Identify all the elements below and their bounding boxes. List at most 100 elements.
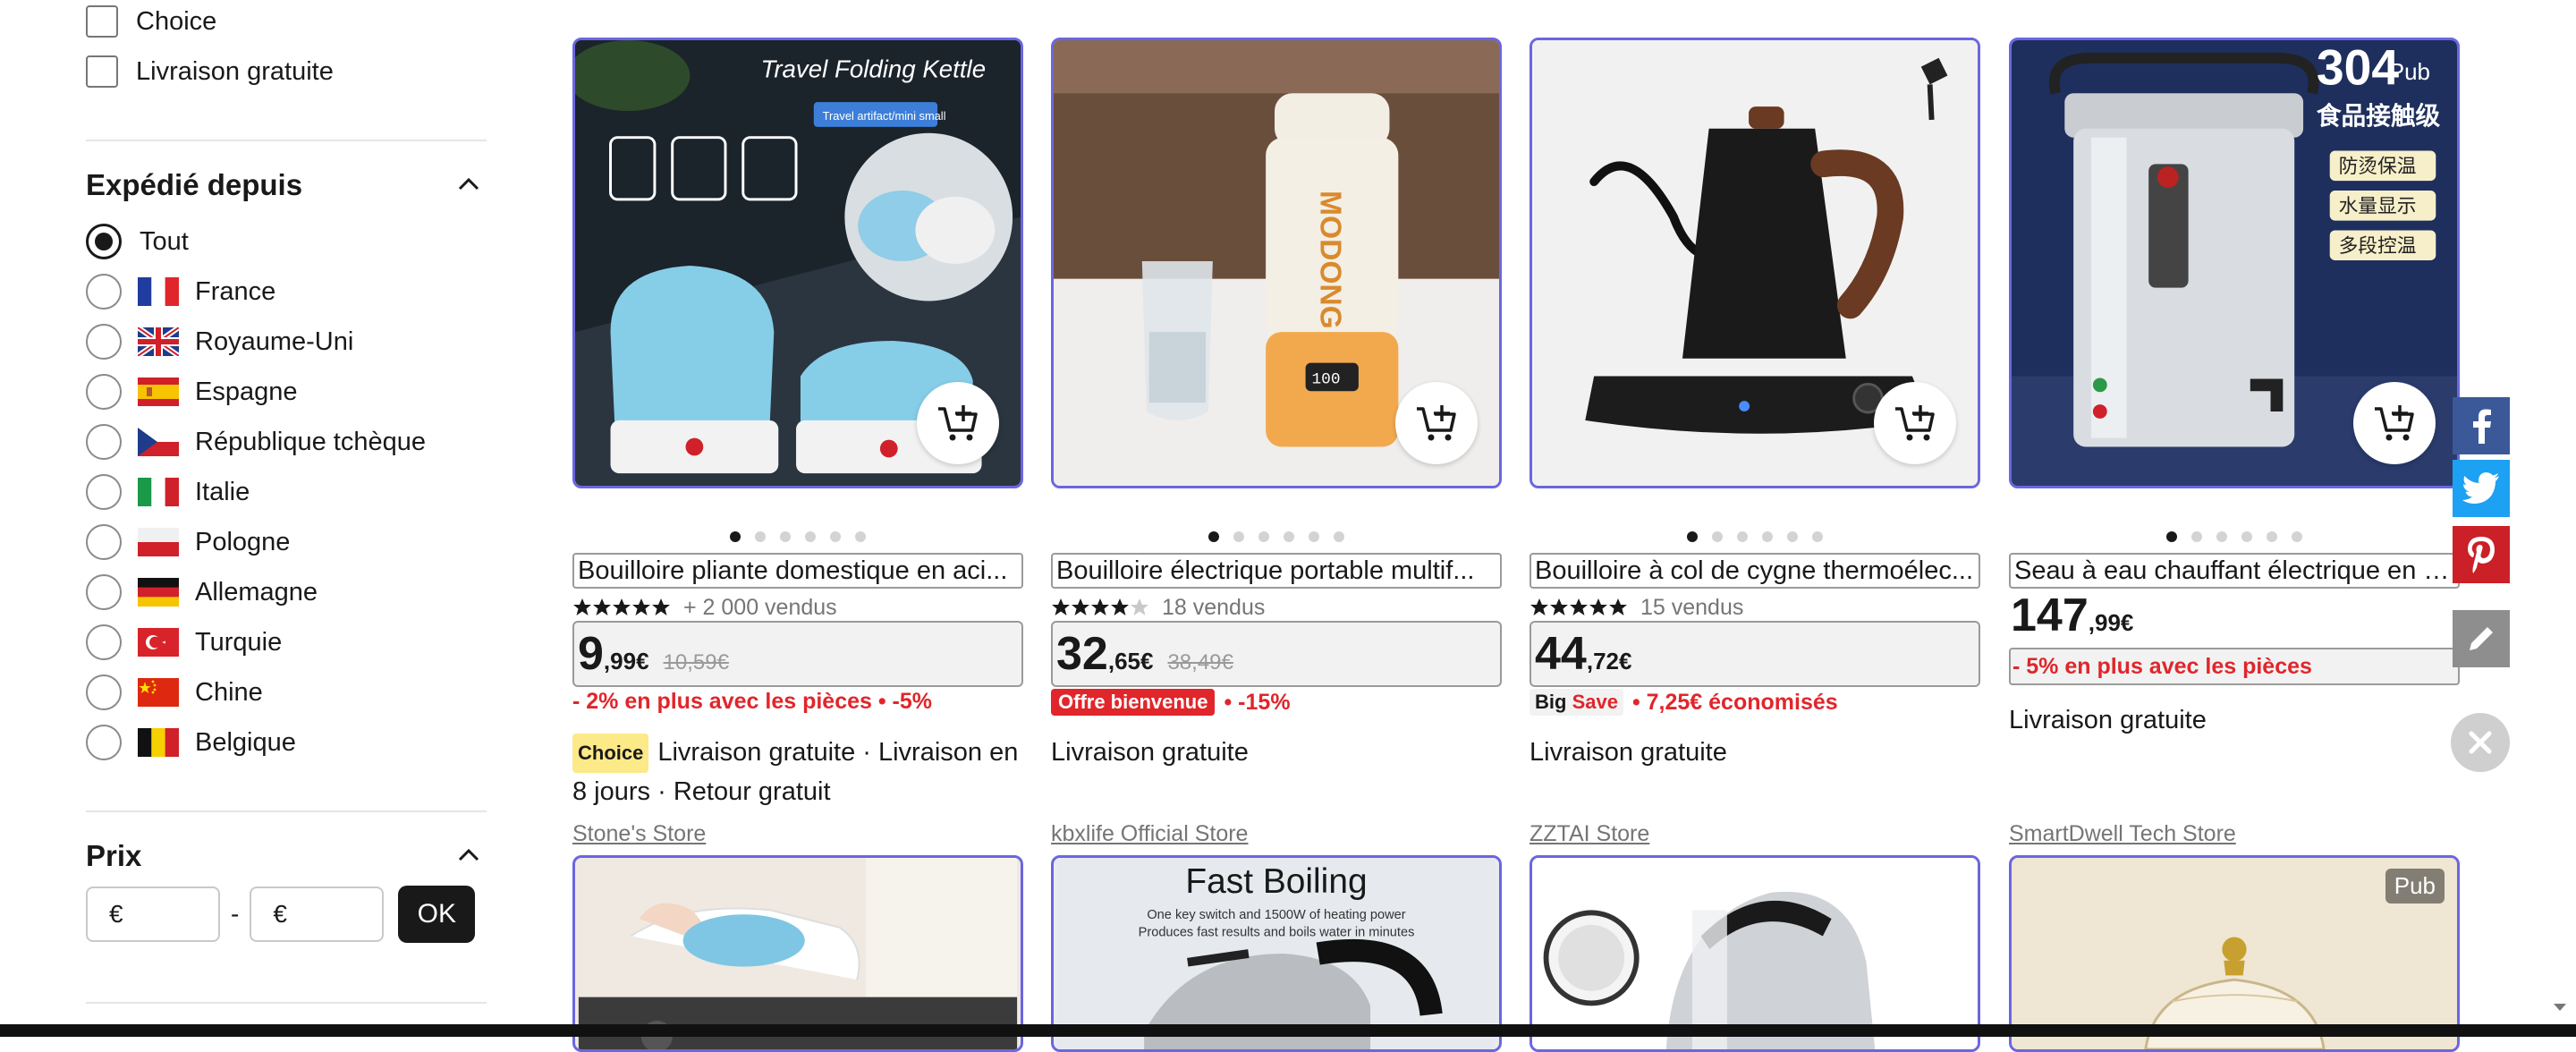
radio-button[interactable]	[86, 324, 122, 360]
product-card[interactable]: 304 食品接触级 防烫保温 水量显示 多段控温 Pub Seau à eau …	[2009, 38, 2460, 846]
store-link[interactable]: ZZTAI Store	[1530, 821, 1649, 847]
add-to-cart-button[interactable]	[1874, 382, 1956, 464]
price-ok-button[interactable]: OK	[398, 886, 476, 943]
ships-from-option-belgium[interactable]: Belgique	[86, 723, 296, 762]
product-card[interactable]	[1530, 855, 1980, 1052]
product-image[interactable]: Pub	[2009, 855, 2460, 1052]
filter-choice-checkbox[interactable]: Choice	[86, 4, 216, 39]
close-share-button[interactable]	[2451, 713, 2510, 772]
carousel-dot[interactable]	[780, 531, 791, 542]
price-header[interactable]: Prix	[86, 839, 487, 873]
store-link[interactable]: Stone's Store	[572, 821, 706, 847]
checkbox-box[interactable]	[86, 55, 118, 88]
store-link[interactable]: kbxlife Official Store	[1051, 821, 1248, 847]
twitter-share-button[interactable]	[2453, 460, 2510, 517]
chevron-up-icon[interactable]	[451, 166, 487, 202]
radio-button[interactable]	[86, 624, 122, 660]
shipping-info: Choice Livraison gratuite · Livraison en …	[572, 734, 1029, 810]
radio-button[interactable]	[86, 574, 122, 610]
carousel-dot[interactable]	[805, 531, 816, 542]
product-title[interactable]: Bouilloire électrique portable multif...	[1051, 553, 1502, 589]
carousel-dot[interactable]	[2166, 531, 2177, 542]
product-card[interactable]: Bouilloire à col de cygne thermoélec... …	[1530, 38, 1980, 846]
carousel-dot[interactable]	[1284, 531, 1294, 542]
radio-button[interactable]	[86, 674, 122, 710]
ships-from-option-china[interactable]: Chine	[86, 673, 263, 712]
carousel-dot[interactable]	[1334, 531, 1344, 542]
store-link[interactable]: SmartDwell Tech Store	[2009, 821, 2236, 847]
ships-from-header[interactable]: Expédié depuis	[86, 168, 487, 202]
product-image[interactable]: 304 食品接触级 防烫保温 水量显示 多段控温 Pub	[2009, 38, 2460, 488]
product-card[interactable]: 100 MODONG Bouilloire électrique portabl…	[1051, 38, 1502, 846]
carousel-dot[interactable]	[1712, 531, 1723, 542]
image-carousel-dots[interactable]	[1530, 531, 1980, 542]
product-image[interactable]: 100 MODONG	[1051, 38, 1502, 488]
product-card[interactable]	[572, 855, 1023, 1052]
carousel-dot[interactable]	[2191, 531, 2202, 542]
product-card[interactable]: Pub	[2009, 855, 2460, 1052]
carousel-dot[interactable]	[2292, 531, 2302, 542]
radio-button[interactable]	[86, 374, 122, 410]
radio-button[interactable]	[86, 474, 122, 510]
product-title[interactable]: Bouilloire à col de cygne thermoélec...	[1530, 553, 1980, 589]
ships-from-option-czech[interactable]: République tchèque	[86, 422, 426, 462]
product-image[interactable]	[572, 855, 1023, 1052]
carousel-dot[interactable]	[755, 531, 766, 542]
carousel-dot[interactable]	[730, 531, 741, 542]
radio-button[interactable]	[86, 524, 122, 560]
radio-button[interactable]	[86, 424, 122, 460]
image-subtext: 100	[1312, 370, 1341, 388]
carousel-dot[interactable]	[1737, 531, 1748, 542]
ships-from-option-spain[interactable]: Espagne	[86, 372, 298, 411]
carousel-dot[interactable]	[1787, 531, 1798, 542]
product-title[interactable]: Seau à eau chauffant électrique en a...	[2009, 553, 2460, 589]
filter-free-shipping-checkbox[interactable]: Livraison gratuite	[86, 54, 334, 89]
price-min-input[interactable]	[86, 887, 220, 942]
carousel-dot[interactable]	[1309, 531, 1319, 542]
image-carousel-dots[interactable]	[1051, 531, 1502, 542]
carousel-dot[interactable]	[2267, 531, 2277, 542]
carousel-dot[interactable]	[1208, 531, 1219, 542]
ships-from-option-italy[interactable]: Italie	[86, 472, 250, 512]
product-card[interactable]: Travel artifact/mini small Travel Foldin…	[572, 38, 1023, 846]
add-to-cart-button[interactable]	[917, 382, 999, 464]
product-image[interactable]: Travel artifact/mini small Travel Foldin…	[572, 38, 1023, 488]
carousel-dot[interactable]	[1687, 531, 1698, 542]
radio-button[interactable]	[86, 224, 122, 259]
image-carousel-dots[interactable]	[572, 531, 1023, 542]
product-image[interactable]: Fast Boiling One key switch and 1500W of…	[1051, 855, 1502, 1052]
ships-from-option-germany[interactable]: Allemagne	[86, 573, 318, 612]
carousel-dot[interactable]	[1258, 531, 1269, 542]
pinterest-share-button[interactable]	[2453, 526, 2510, 583]
carousel-dot[interactable]	[855, 531, 866, 542]
product-image[interactable]	[1530, 855, 1980, 1052]
carousel-dot[interactable]	[1233, 531, 1244, 542]
checkbox-box[interactable]	[86, 5, 118, 38]
carousel-dot[interactable]	[2216, 531, 2227, 542]
radio-button[interactable]	[86, 725, 122, 760]
section-divider	[86, 810, 487, 812]
radio-button[interactable]	[86, 274, 122, 310]
ships-from-option-turkey[interactable]: Turquie	[86, 623, 282, 662]
ships-from-option-poland[interactable]: Pologne	[86, 522, 290, 562]
image-tag: 防烫保温	[2339, 156, 2417, 178]
ships-from-option-all[interactable]: Tout	[86, 222, 189, 261]
price-decimal: ,65€	[1107, 648, 1154, 674]
add-to-cart-button[interactable]	[1395, 382, 1478, 464]
carousel-dot[interactable]	[1762, 531, 1773, 542]
product-title[interactable]: Bouilloire pliante domestique en aci...	[572, 553, 1023, 589]
ships-from-option-uk[interactable]: Royaume-Uni	[86, 322, 353, 361]
carousel-dot[interactable]	[2241, 531, 2252, 542]
scroll-down-arrow-icon[interactable]	[2551, 1000, 2569, 1014]
product-card[interactable]: Fast Boiling One key switch and 1500W of…	[1051, 855, 1502, 1052]
carousel-dot[interactable]	[830, 531, 841, 542]
image-carousel-dots[interactable]	[2009, 531, 2460, 542]
carousel-dot[interactable]	[1812, 531, 1823, 542]
chevron-up-icon[interactable]	[451, 837, 487, 873]
price-max-input[interactable]	[250, 887, 385, 942]
add-to-cart-button[interactable]	[2353, 382, 2436, 464]
product-image[interactable]	[1530, 38, 1980, 488]
ships-from-option-france[interactable]: France	[86, 272, 275, 311]
facebook-share-button[interactable]	[2453, 397, 2510, 454]
edit-button[interactable]	[2453, 610, 2510, 667]
